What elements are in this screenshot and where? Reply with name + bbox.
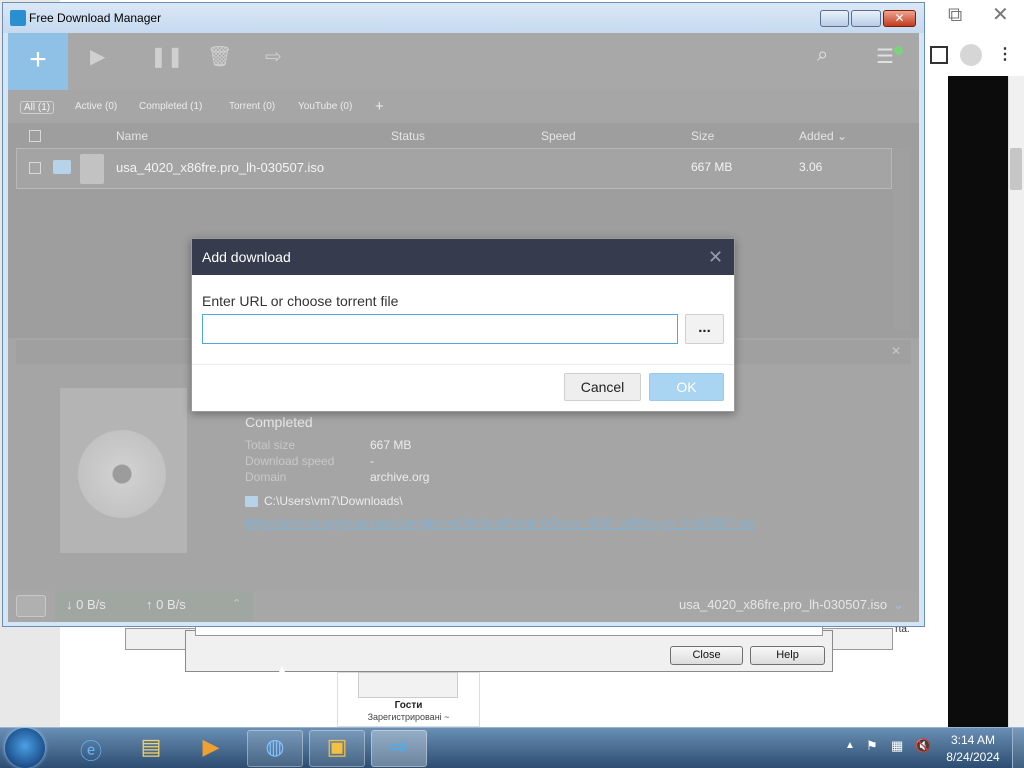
more-menu-icon[interactable]: ⋮ bbox=[997, 44, 1013, 64]
volume-muted-icon[interactable]: 🔇 bbox=[915, 738, 931, 754]
clock-date[interactable]: 8/24/2024 bbox=[940, 750, 1006, 764]
menu-icon[interactable]: ☰ bbox=[876, 44, 894, 69]
column-added[interactable]: Added ⌄ bbox=[799, 129, 847, 143]
column-status[interactable]: Status bbox=[391, 129, 425, 143]
window-close-button[interactable]: ✕ bbox=[883, 10, 916, 27]
column-name[interactable]: Name bbox=[116, 129, 148, 143]
dialog-divider bbox=[192, 364, 734, 365]
app-window-icon: ▣ bbox=[326, 734, 348, 759]
tab-all[interactable]: All (1) bbox=[20, 101, 55, 114]
cancel-button[interactable]: Cancel bbox=[564, 373, 641, 401]
column-speed[interactable]: Speed bbox=[541, 129, 576, 143]
file-icon bbox=[80, 154, 104, 184]
fdm-app-icon bbox=[10, 10, 26, 26]
folder-icon[interactable] bbox=[53, 160, 71, 174]
globe-icon: ◍ bbox=[265, 734, 285, 759]
speed-expand-icon[interactable]: ⌃ bbox=[232, 597, 241, 610]
media-player-icon: ▶ bbox=[202, 734, 220, 759]
list-scrollbar[interactable] bbox=[893, 148, 911, 330]
move-folder-icon[interactable]: ⇨ bbox=[265, 44, 282, 69]
details-status: Completed bbox=[245, 414, 313, 430]
restore-icon[interactable]: ⧉ bbox=[948, 4, 962, 27]
pause-icon[interactable]: ❚❚ bbox=[150, 44, 184, 69]
status-current-file: usa_4020_x86fre.pro_lh-030507.iso bbox=[679, 597, 888, 612]
column-size[interactable]: Size bbox=[691, 129, 714, 143]
minimize-button[interactable] bbox=[820, 10, 849, 27]
sidebar-icon[interactable] bbox=[930, 46, 948, 64]
mouse-cursor bbox=[275, 666, 289, 680]
guest-image bbox=[358, 672, 458, 698]
domain-label: Domain bbox=[245, 470, 287, 484]
background-help-button[interactable]: Help bbox=[750, 646, 825, 665]
row-name: usa_4020_x86fre.pro_lh-030507.iso bbox=[116, 160, 325, 175]
background-close-button[interactable]: Close bbox=[670, 646, 743, 665]
browse-torrent-button[interactable]: ... bbox=[685, 314, 724, 344]
fdm-taskbar-icon: ⇨ bbox=[389, 734, 409, 759]
search-icon[interactable]: ⌕ bbox=[817, 44, 828, 67]
tray-expand-icon[interactable]: ▲ bbox=[845, 740, 855, 751]
close-icon[interactable]: ✕ bbox=[992, 2, 1009, 27]
maximize-button[interactable] bbox=[851, 10, 881, 27]
play-icon[interactable]: ▶ bbox=[90, 44, 105, 69]
toolbar bbox=[8, 33, 919, 90]
dialog-close-icon[interactable]: ✕ bbox=[708, 247, 723, 268]
add-tab-button[interactable]: + bbox=[375, 98, 384, 115]
ie-icon: ⓔ bbox=[79, 739, 102, 764]
tab-active[interactable]: Active (0) bbox=[75, 101, 117, 112]
domain-value: archive.org bbox=[370, 470, 430, 484]
folder-explorer-icon: ▤ bbox=[140, 734, 162, 759]
folder-path[interactable]: C:\Users\vm7\Downloads\ bbox=[264, 494, 403, 508]
speed-mode-icon[interactable] bbox=[16, 595, 46, 617]
total-size-label: Total size bbox=[245, 438, 296, 452]
download-url-link[interactable]: https://archive.org/download/Longhorn402… bbox=[245, 516, 754, 530]
guest-subtitle: Зарегистрировані ~ bbox=[367, 712, 450, 722]
add-download-button[interactable]: + bbox=[8, 33, 68, 90]
row-size: 667 MB bbox=[691, 160, 733, 174]
total-size-value: 667 MB bbox=[370, 438, 412, 452]
window-title: Free Download Manager bbox=[29, 11, 162, 25]
tab-youtube[interactable]: YouTube (0) bbox=[298, 101, 352, 112]
trash-icon[interactable]: 🗑 bbox=[207, 44, 232, 69]
disc-icon bbox=[78, 430, 166, 518]
profile-icon[interactable] bbox=[960, 44, 982, 66]
notification-dot bbox=[894, 46, 903, 55]
down-speed: ↓ 0 B/s bbox=[66, 597, 106, 612]
folder-path-icon[interactable] bbox=[245, 496, 258, 507]
download-speed-value: - bbox=[370, 454, 374, 468]
url-input[interactable] bbox=[202, 314, 678, 344]
start-button[interactable] bbox=[5, 728, 45, 768]
clock-time[interactable]: 3:14 AM bbox=[940, 733, 1006, 747]
up-speed: ↑ 0 B/s bbox=[146, 597, 186, 612]
flag-icon[interactable]: ⚑ bbox=[866, 738, 878, 754]
download-speed-label: Download speed bbox=[245, 454, 335, 468]
select-all-checkbox[interactable] bbox=[29, 130, 41, 142]
details-close-icon[interactable]: ✕ bbox=[891, 344, 901, 358]
tab-torrent[interactable]: Torrent (0) bbox=[229, 101, 275, 112]
tab-completed[interactable]: Completed (1) bbox=[139, 101, 202, 112]
background-dark-panel bbox=[948, 76, 1008, 727]
background-scrollbar-thumb[interactable] bbox=[1010, 148, 1022, 190]
network-icon[interactable]: ▦ bbox=[891, 738, 903, 754]
row-checkbox[interactable] bbox=[29, 162, 41, 174]
guest-title: Гости bbox=[394, 700, 423, 711]
url-label: Enter URL or choose torrent file bbox=[202, 293, 399, 309]
show-desktop-button[interactable] bbox=[1012, 728, 1024, 768]
dialog-title: Add download bbox=[202, 249, 291, 265]
row-added: 3.06 bbox=[799, 160, 823, 174]
ok-button[interactable]: OK bbox=[649, 373, 724, 401]
status-expand-icon[interactable]: ⌄ bbox=[893, 597, 904, 613]
